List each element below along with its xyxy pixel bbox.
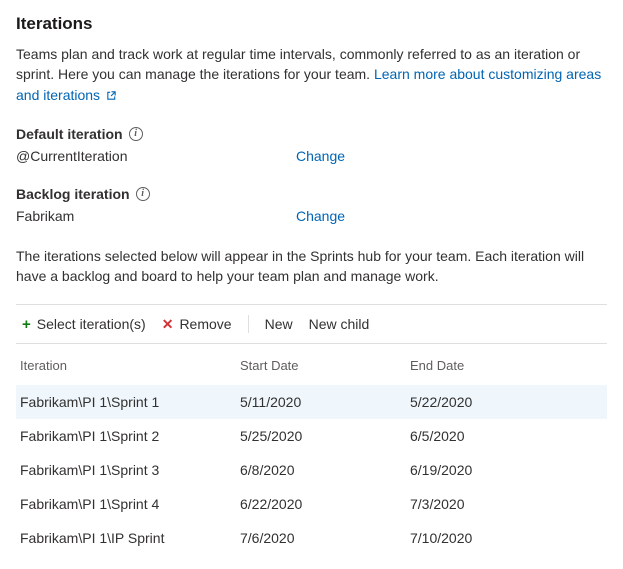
select-iterations-button[interactable]: + Select iteration(s) (18, 314, 150, 334)
new-button[interactable]: New (261, 314, 297, 334)
remove-label: Remove (179, 316, 231, 332)
cell-name: Fabrikam\PI 1\Sprint 2 (16, 419, 236, 453)
table-row[interactable]: Fabrikam\PI 1\Sprint 46/22/20207/3/2020 (16, 487, 607, 521)
plus-icon: + (22, 317, 31, 332)
cell-start: 5/11/2020 (236, 385, 406, 419)
backlog-iteration-value: Fabrikam (16, 208, 296, 224)
table-row[interactable]: Fabrikam\PI 1\Sprint 25/25/20206/5/2020 (16, 419, 607, 453)
iterations-table: Iteration Start Date End Date Fabrikam\P… (16, 346, 607, 555)
table-row[interactable]: Fabrikam\PI 1\IP Sprint7/6/20207/10/2020 (16, 521, 607, 555)
cell-end: 7/3/2020 (406, 487, 607, 521)
cell-end: 7/10/2020 (406, 521, 607, 555)
page-title: Iterations (16, 14, 607, 34)
col-end-date[interactable]: End Date (406, 346, 607, 385)
backlog-iteration-label: Backlog iteration i (16, 186, 607, 202)
cell-start: 6/8/2020 (236, 453, 406, 487)
new-child-button[interactable]: New child (305, 314, 374, 334)
cell-start: 6/22/2020 (236, 487, 406, 521)
default-iteration-value: @CurrentIteration (16, 148, 296, 164)
col-iteration[interactable]: Iteration (16, 346, 236, 385)
cell-end: 6/19/2020 (406, 453, 607, 487)
x-icon: ✕ (162, 317, 174, 331)
info-icon[interactable]: i (129, 127, 143, 141)
intro-paragraph: Teams plan and track work at regular tim… (16, 44, 607, 106)
cell-name: Fabrikam\PI 1\Sprint 1 (16, 385, 236, 419)
col-start-date[interactable]: Start Date (236, 346, 406, 385)
info-icon[interactable]: i (136, 187, 150, 201)
cell-end: 5/22/2020 (406, 385, 607, 419)
remove-button[interactable]: ✕ Remove (158, 314, 236, 334)
table-header-row: Iteration Start Date End Date (16, 346, 607, 385)
change-default-iteration-link[interactable]: Change (296, 148, 345, 164)
backlog-iteration-label-text: Backlog iteration (16, 186, 130, 202)
default-iteration-label-text: Default iteration (16, 126, 123, 142)
cell-name: Fabrikam\PI 1\Sprint 3 (16, 453, 236, 487)
cell-name: Fabrikam\PI 1\Sprint 4 (16, 487, 236, 521)
cell-start: 5/25/2020 (236, 419, 406, 453)
table-description: The iterations selected below will appea… (16, 246, 607, 287)
toolbar-separator (248, 315, 249, 333)
cell-start: 7/6/2020 (236, 521, 406, 555)
cell-name: Fabrikam\PI 1\IP Sprint (16, 521, 236, 555)
default-iteration-label: Default iteration i (16, 126, 607, 142)
external-link-icon (106, 86, 117, 106)
table-row[interactable]: Fabrikam\PI 1\Sprint 36/8/20206/19/2020 (16, 453, 607, 487)
toolbar: + Select iteration(s) ✕ Remove New New c… (16, 304, 607, 344)
select-iterations-label: Select iteration(s) (37, 316, 146, 332)
table-row[interactable]: Fabrikam\PI 1\Sprint 15/11/20205/22/2020 (16, 385, 607, 419)
cell-end: 6/5/2020 (406, 419, 607, 453)
change-backlog-iteration-link[interactable]: Change (296, 208, 345, 224)
